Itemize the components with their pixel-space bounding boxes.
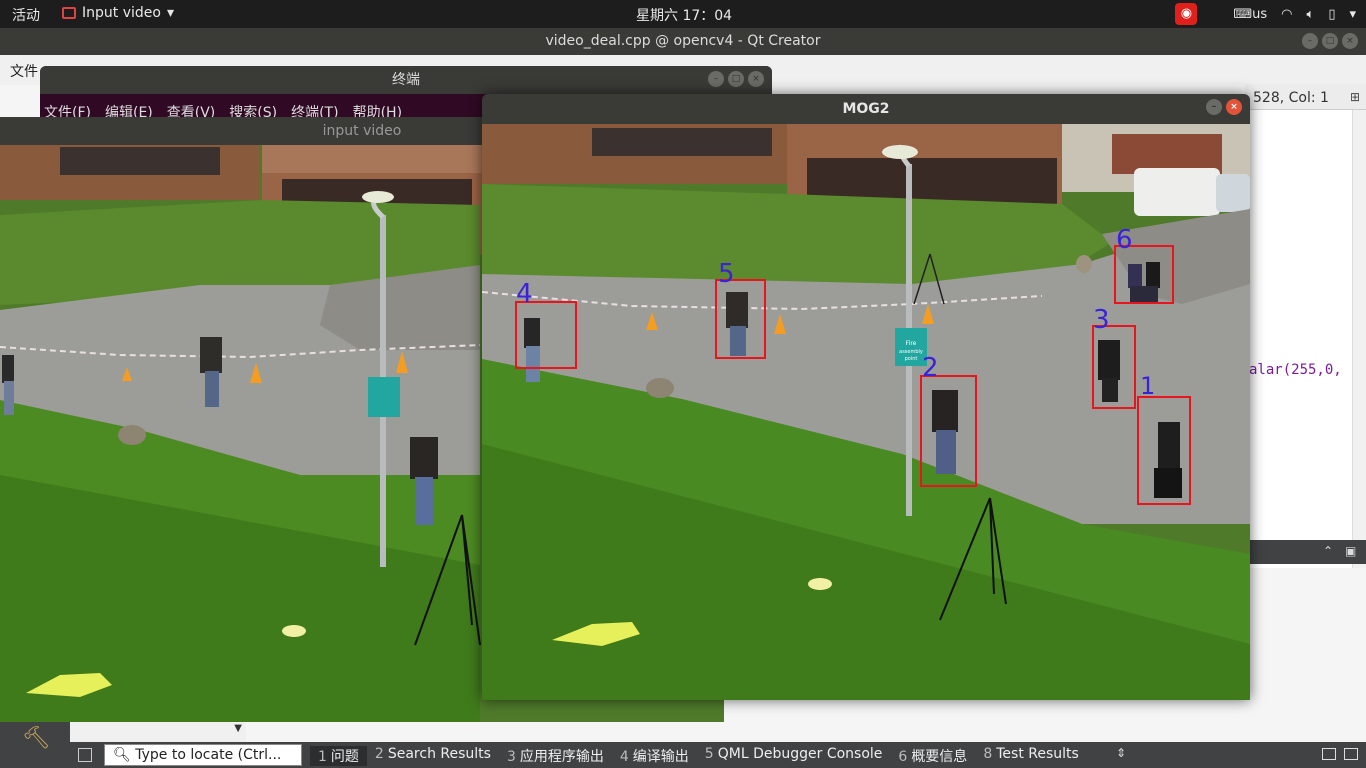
tab-search-results[interactable]: 2 Search Results	[367, 746, 499, 766]
detection-label: 5	[718, 259, 735, 289]
close-pane-icon[interactable]: ▣	[1345, 544, 1356, 558]
close-button[interactable]: ×	[1226, 99, 1242, 115]
split-icon[interactable]: ⊞	[1350, 90, 1360, 104]
more-tabs-icon[interactable]: ⇕	[1116, 746, 1126, 760]
editor-header: 528, Col: 1 ⊞	[1245, 84, 1366, 110]
system-menu-arrow-icon[interactable]: ▾	[1349, 7, 1356, 22]
window-title: video_deal.cpp @ opencv4 - Qt Creator	[545, 33, 821, 49]
minimize-button[interactable]: –	[708, 71, 724, 87]
app-menu[interactable]: Input video ▾	[62, 5, 174, 21]
minimize-button[interactable]: –	[1302, 33, 1318, 49]
app-icon	[62, 7, 76, 19]
maximize-button[interactable]: □	[1322, 33, 1338, 49]
detection-label: 1	[1140, 372, 1155, 400]
terminal-title: 终端	[392, 72, 420, 88]
app-menu-label: Input video	[82, 5, 161, 21]
toggle-sidebar-icon[interactable]	[78, 748, 92, 762]
mog2-titlebar: MOG2 – ×	[482, 94, 1250, 124]
progress-toggle-icon[interactable]	[1322, 748, 1336, 760]
netease-music-icon[interactable]: ◉	[1175, 3, 1198, 25]
keyboard-layout-label: us	[1252, 6, 1268, 22]
mog2-title: MOG2	[842, 101, 890, 117]
battery-icon[interactable]: ▯	[1328, 7, 1335, 22]
gnome-top-bar: 活动 Input video ▾ 星期六 17：04 ◉ ⌨us ◠ 🔈︎ ▯ …	[0, 0, 1366, 28]
close-button[interactable]: ×	[748, 71, 764, 87]
system-tray: ◉ ⌨us ◠ 🔈︎ ▯ ▾	[1175, 3, 1356, 25]
output-panes-bar: 🔍︎ Type to locate (Ctrl... 1 问题 2 Search R…	[70, 742, 1366, 768]
build-hammer-icon[interactable]: 🔨︎	[22, 726, 50, 751]
detection-label: 6	[1116, 225, 1133, 255]
detection-label: 3	[1093, 305, 1110, 335]
detection-label: 2	[922, 353, 939, 383]
mog2-frame: Fire assembly point 1 2 3 4 5 6	[482, 124, 1250, 700]
window-titlebar: video_deal.cpp @ opencv4 - Qt Creator – …	[0, 28, 1366, 55]
tab-application-output[interactable]: 3 应用程序输出	[499, 746, 612, 766]
right-sidebar-icon[interactable]	[1344, 748, 1358, 760]
volume-icon[interactable]: 🔈︎	[1307, 7, 1315, 22]
file-list-footer: ▼	[70, 720, 246, 742]
tab-test-results[interactable]: 8 Test Results	[975, 746, 1087, 766]
output-tabs: 1 问题 2 Search Results 3 应用程序输出 4 编译输出 5 QML D…	[310, 746, 1087, 766]
tab-general-messages[interactable]: 6 概要信息	[890, 746, 975, 766]
code-line: alar(255,0,	[1249, 362, 1342, 378]
mog2-window[interactable]: MOG2 – × Fire assembly point 1 2 3 4 5 6	[482, 94, 1250, 700]
dropdown-arrow-icon: ▾	[166, 5, 174, 21]
menu-file[interactable]: 文件	[10, 64, 38, 80]
minimize-button[interactable]: –	[1206, 99, 1222, 115]
clock[interactable]: 星期六 17：04	[636, 5, 732, 25]
editor-scrollbar[interactable]	[1352, 110, 1366, 568]
editor-area[interactable]: 528, Col: 1 ⊞ alar(255,0,	[1245, 84, 1366, 568]
keyboard-icon[interactable]: ⌨us	[1233, 7, 1267, 22]
detection-label: 4	[516, 279, 533, 309]
scroll-down-icon[interactable]: ▼	[234, 723, 242, 734]
maximize-button[interactable]: □	[728, 71, 744, 87]
tab-qml-debugger[interactable]: 5 QML Debugger Console	[697, 746, 891, 766]
locator-placeholder: Type to locate (Ctrl...	[135, 747, 282, 763]
sign-text: point	[905, 356, 918, 362]
cursor-position: 528, Col: 1	[1253, 90, 1329, 106]
activities-button[interactable]: 活动	[12, 5, 40, 25]
output-pane-header: ⌃ ▣	[1245, 540, 1366, 564]
mode-sidebar: 🔨︎	[0, 720, 70, 768]
sign-text: Fire	[906, 340, 917, 347]
close-button[interactable]: ×	[1342, 33, 1358, 49]
tab-issues[interactable]: 1 问题	[310, 746, 367, 766]
chevron-up-icon[interactable]: ⌃	[1323, 544, 1333, 558]
tab-compile-output[interactable]: 4 编译输出	[612, 746, 697, 766]
locator-input[interactable]: 🔍︎ Type to locate (Ctrl...	[104, 744, 302, 766]
wifi-icon[interactable]: ◠	[1281, 7, 1292, 22]
terminal-titlebar: 终端 – □ ×	[40, 66, 772, 94]
input-video-title: input video	[322, 123, 402, 139]
sign-text: assembly	[899, 349, 923, 355]
